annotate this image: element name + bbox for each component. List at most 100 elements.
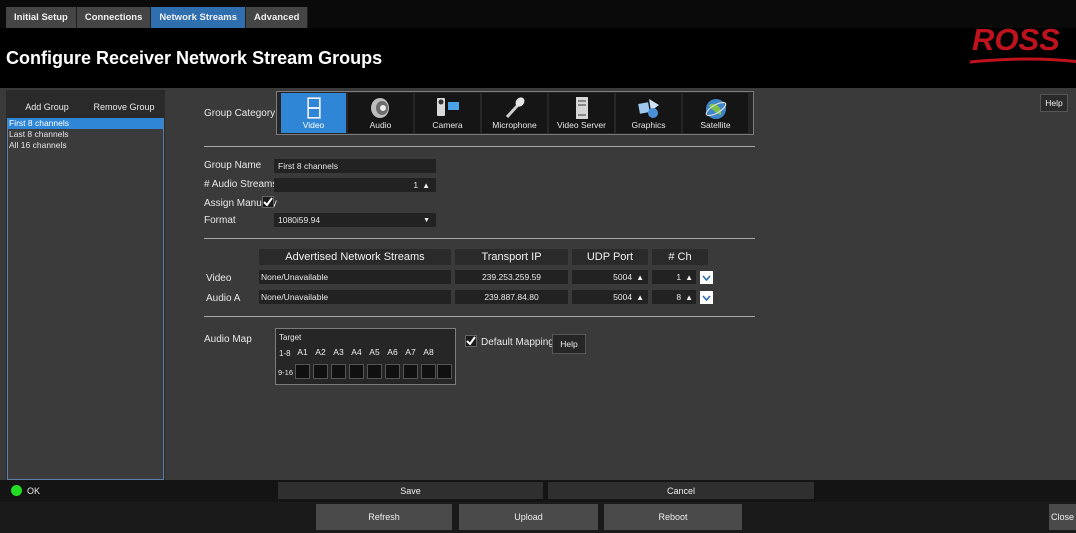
channel-a1[interactable]: A1 [295, 345, 310, 359]
audio-a-ch-value: 8 [676, 292, 682, 302]
assign-manually-checkbox[interactable] [262, 196, 274, 208]
status-text: OK [27, 486, 41, 496]
video-ch-value: 1 [676, 272, 682, 282]
group-name-field[interactable]: First 8 channels [274, 159, 436, 173]
chevron-down-icon: ▼ [423, 216, 430, 224]
channel-a7[interactable]: A7 [403, 345, 418, 359]
channel-slot[interactable] [437, 364, 452, 379]
logo-text: ROSS [972, 22, 1060, 57]
chevron-down-icon [702, 294, 711, 301]
speaker-icon [370, 98, 389, 118]
category-video[interactable]: Video [281, 93, 346, 133]
tab-initial-setup[interactable]: Initial Setup [6, 7, 77, 28]
checkmark-icon [263, 197, 273, 207]
category-audio-label: Audio [369, 120, 392, 130]
stepper-icon[interactable]: ▲︎ [636, 293, 644, 302]
audio-map-label: Audio Map [204, 334, 252, 345]
group-category-label: Group Category [204, 108, 276, 119]
checkmark-icon [466, 336, 476, 346]
help-button[interactable]: Help [1040, 94, 1068, 112]
video-ch-stepper[interactable]: 1 ▲︎ [652, 270, 696, 284]
chevron-down-icon [702, 274, 711, 281]
video-port-value: 5004 [613, 272, 633, 282]
status-indicator [11, 485, 22, 496]
stepper-icon[interactable]: ▲︎ [685, 273, 693, 282]
default-mapping-checkbox[interactable] [465, 335, 477, 347]
advertised-streams-header: Advertised Network Streams [259, 249, 451, 265]
audio-streams-value: 1 [413, 180, 419, 190]
satellite-icon [705, 99, 726, 119]
channel-a2[interactable]: A2 [313, 345, 328, 359]
category-graphics[interactable]: Graphics [616, 93, 681, 133]
channel-a6[interactable]: A6 [385, 345, 400, 359]
audio-a-dropdown[interactable] [700, 291, 713, 304]
channel-slot[interactable] [313, 364, 328, 379]
add-group-button[interactable]: Add Group [12, 96, 82, 118]
channel-slot[interactable] [385, 364, 400, 379]
audio-streams-stepper[interactable]: 1 ▲︎ [274, 178, 436, 192]
divider [204, 146, 755, 147]
category-microphone[interactable]: Microphone [482, 93, 547, 133]
category-video-label: Video [302, 120, 325, 130]
category-audio[interactable]: Audio [348, 93, 413, 133]
stepper-icon[interactable]: ▲︎ [422, 181, 430, 190]
audio-a-ch-stepper[interactable]: 8 ▲︎ [652, 290, 696, 304]
group-item-first-8[interactable]: First 8 channels [8, 118, 163, 129]
tab-connections[interactable]: Connections [76, 7, 152, 28]
channel-a5[interactable]: A5 [367, 345, 382, 359]
row-9-16-label: 9-16 [278, 368, 294, 377]
channel-slot[interactable] [295, 364, 310, 379]
category-video-server-label: Video Server [557, 120, 606, 130]
video-icon [306, 97, 321, 119]
audio-map-help-button[interactable]: Help [552, 334, 586, 354]
group-item-all-16[interactable]: All 16 channels [8, 140, 163, 151]
category-camera[interactable]: Camera [415, 93, 480, 133]
category-satellite[interactable]: Satellite [683, 93, 748, 133]
video-port-stepper[interactable]: 5004 ▲︎ [572, 270, 648, 284]
target-label: Target [279, 333, 302, 342]
remove-group-button[interactable]: Remove Group [88, 96, 160, 118]
save-button[interactable]: Save [278, 482, 543, 499]
graphics-icon [637, 99, 659, 118]
channel-a8[interactable]: A8 [421, 345, 436, 359]
refresh-button[interactable]: Refresh [316, 504, 452, 530]
tab-advanced[interactable]: Advanced [246, 7, 309, 28]
audio-a-ip-field[interactable]: 239.887.84.80 [455, 290, 568, 304]
audio-a-port-value: 5004 [613, 292, 633, 302]
channel-a4[interactable]: A4 [349, 345, 364, 359]
cancel-button[interactable]: Cancel [548, 482, 814, 499]
video-stream-field[interactable]: None/Unavailable [259, 270, 451, 284]
audio-streams-label: # Audio Streams [204, 179, 278, 190]
group-item-last-8[interactable]: Last 8 channels [8, 129, 163, 140]
channel-slot[interactable] [331, 364, 346, 379]
ross-logo: ROSS [970, 22, 1076, 64]
tab-network-streams[interactable]: Network Streams [151, 7, 246, 28]
close-button[interactable]: Close [1049, 504, 1076, 530]
format-label: Format [204, 215, 236, 226]
audio-a-port-stepper[interactable]: 5004 ▲︎ [572, 290, 648, 304]
default-mapping-label: Default Mapping [481, 337, 554, 348]
stepper-icon[interactable]: ▲︎ [685, 293, 693, 302]
group-list[interactable]: First 8 channels Last 8 channels All 16 … [7, 118, 164, 480]
group-name-label: Group Name [204, 160, 262, 171]
stepper-icon[interactable]: ▲︎ [636, 273, 644, 282]
udp-port-header: UDP Port [572, 249, 648, 265]
channel-slot[interactable] [367, 364, 382, 379]
channel-slot[interactable] [421, 364, 436, 379]
upload-button[interactable]: Upload [459, 504, 598, 530]
video-row-label: Video [206, 273, 232, 284]
channel-slot[interactable] [349, 364, 364, 379]
server-icon [575, 97, 588, 119]
video-ip-field[interactable]: 239.253.259.59 [455, 270, 568, 284]
reboot-button[interactable]: Reboot [604, 504, 742, 530]
audio-a-stream-field[interactable]: None/Unavailable [259, 290, 451, 304]
format-select[interactable]: 1080i59.94 ▼ [274, 213, 436, 227]
category-video-server[interactable]: Video Server [549, 93, 614, 133]
video-dropdown[interactable] [700, 271, 713, 284]
channel-slot[interactable] [403, 364, 418, 379]
transport-ip-header: Transport IP [455, 249, 568, 265]
channel-a3[interactable]: A3 [331, 345, 346, 359]
category-graphics-label: Graphics [631, 120, 666, 130]
camera-icon [436, 98, 459, 116]
category-satellite-label: Satellite [700, 120, 731, 130]
